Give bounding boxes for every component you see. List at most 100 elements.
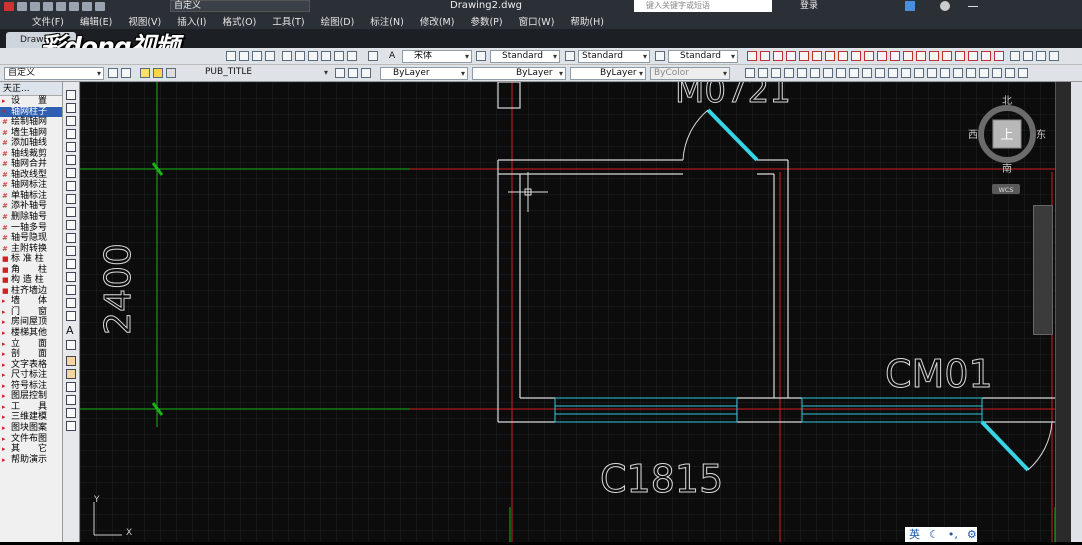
lineweight-select[interactable]: ByLayer — [570, 67, 646, 80]
zoom-window-icon[interactable] — [252, 51, 262, 61]
panel-item[interactable]: ■ 柱齐墙边 — [0, 286, 62, 297]
dim-aligned-icon[interactable] — [760, 51, 770, 61]
exchange-icon[interactable] — [905, 1, 915, 11]
move-icon[interactable] — [1010, 51, 1020, 61]
image-icon[interactable] — [940, 68, 950, 78]
make-block-icon[interactable] — [66, 246, 76, 256]
arc-icon[interactable] — [66, 155, 76, 165]
zoom-realtime-icon[interactable] — [239, 51, 249, 61]
dim-arc-icon[interactable] — [773, 51, 783, 61]
spline-icon[interactable] — [875, 68, 885, 78]
panel-item[interactable]: # 轴改线型 — [0, 170, 62, 181]
workspace-combo[interactable]: 自定义 — [4, 67, 104, 80]
layer-properties-icon[interactable] — [121, 68, 131, 78]
dim-jogged-icon[interactable] — [812, 51, 822, 61]
panel-item[interactable]: ▸ 设 置 — [0, 96, 62, 107]
dim-baseline-icon[interactable] — [864, 51, 874, 61]
dim-update-icon[interactable] — [994, 51, 1004, 61]
layer-state-icon[interactable] — [361, 68, 371, 78]
move-tool-icon[interactable] — [66, 421, 76, 431]
ime-lang[interactable]: 英 — [909, 527, 920, 542]
tool-palettes-icon[interactable] — [308, 51, 318, 61]
wipeout-icon[interactable] — [927, 68, 937, 78]
hatch-icon[interactable] — [758, 68, 768, 78]
panel-item[interactable]: ▸ 帮助演示 — [0, 455, 62, 466]
menu-file[interactable]: 文件(F) — [32, 14, 64, 28]
rectangle-icon[interactable] — [66, 142, 76, 152]
sheet-set-icon[interactable] — [321, 51, 331, 61]
gear-icon[interactable] — [1018, 68, 1028, 78]
array-tool-icon[interactable] — [66, 408, 76, 418]
dim-style-select[interactable]: Standard — [578, 50, 650, 63]
menu-modify[interactable]: 修改(M) — [420, 14, 455, 28]
dim-diameter-icon[interactable] — [825, 51, 835, 61]
gradient-icon[interactable] — [771, 68, 781, 78]
layer-previous-icon[interactable] — [348, 68, 358, 78]
table-tool-icon[interactable] — [66, 311, 76, 321]
offset-tool-icon[interactable] — [66, 395, 76, 405]
color-select[interactable]: ByLayer — [380, 67, 468, 80]
donut-icon[interactable] — [914, 68, 924, 78]
panel-item[interactable]: ▸ 图块图案 — [0, 423, 62, 434]
region-icon[interactable] — [745, 68, 755, 78]
region-tool-icon[interactable] — [66, 298, 76, 308]
inspection-icon[interactable] — [942, 51, 952, 61]
panel-item[interactable]: # 绘制轴网 — [0, 117, 62, 128]
app-menu-icon[interactable] — [4, 2, 14, 11]
ellipse-icon[interactable] — [888, 68, 898, 78]
ole-icon[interactable] — [953, 68, 963, 78]
layer-select[interactable]: PUB_TITLE — [180, 67, 330, 80]
add-selected-icon[interactable] — [66, 340, 76, 350]
drawing-canvas[interactable]: 2400 M0721 CM01 C1815 Y X 上 北 南 西 东 WCS — [80, 71, 1056, 542]
panel-item[interactable]: ▸ 三维建模 — [0, 412, 62, 423]
dim-angular-icon[interactable] — [838, 51, 848, 61]
new-file-icon[interactable] — [17, 2, 27, 11]
menu-insert[interactable]: 插入(I) — [177, 14, 206, 28]
minimize-icon[interactable] — [968, 6, 978, 7]
spline-tool-icon[interactable] — [66, 194, 76, 204]
circle-icon[interactable] — [66, 168, 76, 178]
panel-item[interactable]: ▸ 其 它 — [0, 444, 62, 455]
markup-icon[interactable] — [334, 51, 344, 61]
menu-parametric[interactable]: 参数(P) — [470, 14, 502, 28]
dim-ordinate-icon[interactable] — [786, 51, 796, 61]
help-tb-icon[interactable] — [368, 51, 378, 61]
panel-item[interactable]: # 单轴标注 — [0, 191, 62, 202]
polygon-icon[interactable] — [66, 129, 76, 139]
panel-item[interactable]: # 一轴多号 — [0, 223, 62, 234]
menu-dimension[interactable]: 标注(N) — [370, 14, 404, 28]
panel-item[interactable]: # 墙生轴网 — [0, 128, 62, 139]
panel-item[interactable]: ▸ 文件布图 — [0, 434, 62, 445]
panel-item[interactable]: ▸ 楼梯其他 — [0, 328, 62, 339]
point-icon[interactable] — [862, 68, 872, 78]
panel-item[interactable]: # 添加轴线 — [0, 138, 62, 149]
layer-on-icon[interactable] — [140, 68, 150, 78]
panel-item[interactable]: ■ 角 柱 — [0, 265, 62, 276]
copy-icon[interactable] — [1023, 51, 1033, 61]
save-icon[interactable] — [43, 2, 53, 11]
insert-tool-icon[interactable] — [66, 233, 76, 243]
dim-break-icon[interactable] — [903, 51, 913, 61]
redo-icon[interactable] — [95, 2, 105, 11]
panel-item[interactable]: ▸ 立 面 — [0, 339, 62, 350]
mirror-icon[interactable] — [1036, 51, 1046, 61]
copy-tool-icon[interactable] — [66, 369, 76, 379]
menu-help[interactable]: 帮助(H) — [570, 14, 604, 28]
panel-item[interactable]: ▸ 房间屋顶 — [0, 317, 62, 328]
open-file-icon[interactable] — [30, 2, 40, 11]
revision-cloud-icon[interactable] — [66, 181, 76, 191]
menu-view[interactable]: 视图(V) — [128, 14, 161, 28]
punctuation-icon[interactable]: •, — [948, 527, 958, 542]
panel-item[interactable]: # 主附转换 — [0, 244, 62, 255]
menu-edit[interactable]: 编辑(E) — [80, 14, 112, 28]
polyline-icon[interactable] — [66, 116, 76, 126]
gradient-tool-icon[interactable] — [66, 285, 76, 295]
panel-item[interactable]: ■ 构 造 柱 — [0, 275, 62, 286]
panel-item[interactable]: ▸ 图层控制 — [0, 391, 62, 402]
panel-item[interactable]: ▸ 符号标注 — [0, 381, 62, 392]
workspace-select[interactable]: 自定义 — [170, 0, 310, 12]
help-icon[interactable] — [940, 1, 950, 11]
panel-item[interactable]: # 轴号隐现 — [0, 233, 62, 244]
hyperlink-icon[interactable] — [979, 68, 989, 78]
quick-dim-icon[interactable] — [851, 51, 861, 61]
